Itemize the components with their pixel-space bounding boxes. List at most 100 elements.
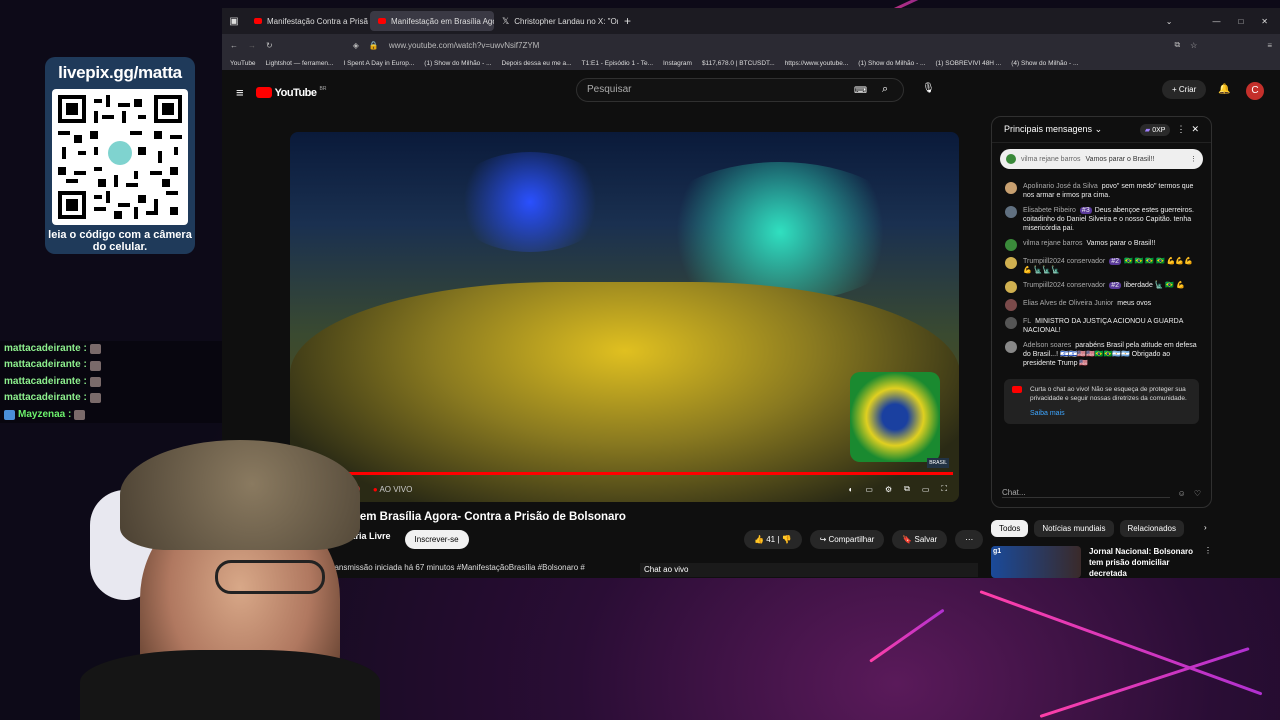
notice-text: Curta o chat ao vivo! Não se esqueça de … bbox=[1030, 386, 1187, 402]
live-chat-panel: Principais mensagens ⌄ ▰ 0XP ⋮ ✕ vilma r… bbox=[991, 116, 1212, 508]
points-value: 0XP bbox=[1152, 126, 1166, 134]
chat-author[interactable]: FL bbox=[1023, 318, 1031, 325]
bookmark-item[interactable]: T1:E1 - Episódio 1 - Te... bbox=[582, 60, 653, 67]
reload-icon[interactable]: ↻ bbox=[266, 41, 273, 50]
back-icon[interactable]: ← bbox=[230, 41, 238, 50]
save-button[interactable]: 🔖 Salvar bbox=[892, 530, 948, 549]
heart-icon[interactable]: ♡ bbox=[1194, 489, 1201, 498]
chat-author[interactable]: Apolinario José da Silva bbox=[1023, 183, 1098, 190]
captions-icon[interactable]: ▭ bbox=[865, 485, 873, 494]
bookmark-item[interactable]: https://www.youtube... bbox=[785, 60, 849, 67]
chat-text: MINISTRO DA JUSTIÇA ACIONOU A GUARDA NAC… bbox=[1023, 318, 1183, 334]
fullscreen-icon[interactable]: ⛶ bbox=[941, 484, 947, 494]
settings-gear-icon[interactable]: ⚙ bbox=[885, 485, 892, 494]
chat-message[interactable]: vilma rejane barros Vamos parar o Brasil!… bbox=[992, 236, 1211, 254]
chips-next-icon[interactable]: › bbox=[1204, 523, 1207, 537]
tab-label: Christopher Landau no X: "One bbox=[514, 16, 618, 26]
avatar bbox=[1005, 341, 1017, 353]
video-frame-police-light bbox=[450, 152, 610, 252]
chat-more-icon[interactable]: ⋮ bbox=[1176, 124, 1185, 135]
save-label: Salvar bbox=[914, 535, 938, 544]
hamburger-icon[interactable]: ≡ bbox=[236, 85, 244, 100]
thumbs-up-icon: 👍 bbox=[754, 535, 767, 544]
points-badge[interactable]: ▰ 0XP bbox=[1139, 123, 1171, 136]
chat-message[interactable]: FL MINISTRO DA JUSTIÇA ACIONOU A GUARDA N… bbox=[992, 314, 1211, 338]
menu-icon[interactable]: ≡ bbox=[1267, 41, 1272, 50]
chat-input[interactable]: Chat... bbox=[1002, 488, 1170, 498]
bookmark-item[interactable]: (1) Show do Milhão - ... bbox=[424, 60, 491, 67]
keyboard-icon[interactable]: ⌨ bbox=[854, 85, 867, 96]
chat-message[interactable]: Elisabete Ribeiro #3 Deus abençoe estes gu… bbox=[992, 203, 1211, 236]
address-field[interactable]: www.youtube.com/watch?v=uwvNsif7ZYM bbox=[389, 41, 1165, 50]
avatar bbox=[1005, 182, 1017, 194]
chat-ao-vivo-bar[interactable]: Chat ao vivo bbox=[640, 563, 978, 577]
close-chat-icon[interactable]: ✕ bbox=[1191, 124, 1199, 135]
bookmark-item[interactable]: Instagram bbox=[663, 60, 692, 67]
chat-author[interactable]: Trumpiill2024 conservador bbox=[1023, 282, 1105, 289]
related-video[interactable]: g1 Jornal Nacional: Bolsonaro tem prisão… bbox=[991, 546, 1212, 578]
avatar[interactable]: C bbox=[1246, 82, 1264, 100]
chat-text: liberdade 🗽 🇧🇷 💪 bbox=[1124, 282, 1185, 289]
related-title[interactable]: Jornal Nacional: Bolsonaro tem prisão do… bbox=[1089, 546, 1196, 578]
chat-message[interactable]: Elias Alves de Oliveira Junior meus ovos bbox=[992, 296, 1211, 314]
chip-todos[interactable]: Todos bbox=[991, 520, 1029, 537]
bell-icon[interactable]: 🔔 bbox=[1218, 84, 1230, 95]
thumbs-down-icon[interactable]: 👎 bbox=[782, 535, 792, 544]
bookmark-item[interactable]: (1) SOBREVIVI 48H ... bbox=[935, 60, 1001, 67]
chat-author[interactable]: Elias Alves de Oliveira Junior bbox=[1023, 300, 1113, 307]
forward-icon[interactable]: → bbox=[248, 41, 256, 50]
emoji-icon[interactable]: ☺ bbox=[1178, 489, 1186, 498]
shield-icon[interactable]: ◈ bbox=[353, 41, 359, 50]
bookmark-item[interactable]: (4) Show do Milhão - ... bbox=[1011, 60, 1078, 67]
tab-x-landau[interactable]: 𝕏Christopher Landau no X: "One✕ bbox=[494, 11, 618, 31]
theater-icon[interactable]: ▭ bbox=[922, 485, 930, 494]
related-more-icon[interactable]: ⋮ bbox=[1204, 546, 1212, 578]
pinned-more-icon[interactable]: ⋮ bbox=[1190, 155, 1197, 163]
related-thumbnail[interactable]: g1 bbox=[991, 546, 1081, 578]
bookmark-item[interactable]: I Spent A Day in Europ... bbox=[343, 60, 414, 67]
minimize-icon[interactable]: — bbox=[1212, 17, 1220, 26]
tab-overflow-icon[interactable]: ⌄ bbox=[1166, 17, 1173, 26]
bookmark-icon: 🔖 bbox=[902, 535, 915, 544]
chat-author[interactable]: vilma rejane barros bbox=[1023, 240, 1083, 247]
chat-author[interactable]: Elisabete Ribeiro bbox=[1023, 207, 1076, 214]
bookmark-item[interactable]: Depois dessa eu me a... bbox=[502, 60, 572, 67]
maximize-icon[interactable]: □ bbox=[1238, 17, 1243, 26]
pinned-message[interactable]: vilma rejane barros Vamos parar o Brasil… bbox=[1000, 149, 1203, 169]
chat-message[interactable]: Trumpiill2024 conservador #2 🇧🇷 🇧🇷 🇧🇷 🇧🇷 💪… bbox=[992, 254, 1211, 278]
more-actions-icon[interactable]: ⋯ bbox=[955, 530, 984, 549]
like-button[interactable]: 👍 41 | 👎 bbox=[744, 530, 802, 549]
chat-author[interactable]: Adelson soares bbox=[1023, 342, 1071, 349]
tab-manifestacao-2[interactable]: Manifestação em Brasília Agora✕ bbox=[370, 11, 494, 31]
create-button[interactable]: + Criar bbox=[1162, 80, 1207, 99]
learn-more-link[interactable]: Saiba mais bbox=[1030, 409, 1191, 418]
new-tab-icon[interactable]: + bbox=[624, 14, 631, 28]
chat-message[interactable]: Trumpiill2024 conservador #2 liberdade 🗽 🇧… bbox=[992, 278, 1211, 296]
chat-message[interactable]: Apolinario José da Silva povo" sem medo" … bbox=[992, 179, 1211, 203]
bookmark-item[interactable]: Lightshot — ferramen... bbox=[266, 60, 334, 67]
bookmark-item[interactable]: (1) Show do Milhão - ... bbox=[858, 60, 925, 67]
bookmark-item[interactable]: YouTube bbox=[230, 60, 256, 67]
chat-message[interactable]: Adelson soares parabéns Brasil pela atitu… bbox=[992, 338, 1211, 371]
streamer-shirt bbox=[80, 650, 380, 720]
mic-icon[interactable]: 🎙 bbox=[922, 83, 935, 94]
chat-mode-selector[interactable]: Principais mensagens ⌄ bbox=[1004, 124, 1102, 135]
avatar bbox=[1005, 317, 1017, 329]
share-button[interactable]: ↪ Compartilhar bbox=[809, 530, 885, 549]
close-window-icon[interactable]: ✕ bbox=[1261, 17, 1268, 26]
chat-author[interactable]: Trumpiill2024 conservador bbox=[1023, 258, 1105, 265]
bookmark-star-icon[interactable]: ☆ bbox=[1190, 41, 1197, 50]
subscribe-button[interactable]: Inscrever-se bbox=[404, 530, 469, 549]
chip-noticias[interactable]: Notícias mundiais bbox=[1034, 520, 1114, 537]
tab-list-icon[interactable]: ▣ bbox=[222, 16, 246, 27]
tab-manifestacao-1[interactable]: Manifestação Contra a Prisã✕ bbox=[246, 11, 370, 31]
youtube-logo[interactable]: YouTube BR bbox=[255, 86, 326, 99]
extensions-icon[interactable]: ⧉ bbox=[1174, 40, 1180, 50]
bookmark-item[interactable]: $117,678.0 | BTCUSDT... bbox=[702, 60, 775, 67]
miniplayer-icon[interactable]: ⧉ bbox=[904, 484, 910, 494]
chip-relacionados[interactable]: Relacionados bbox=[1119, 520, 1184, 537]
autoplay-toggle[interactable]: ◐ bbox=[849, 485, 854, 494]
search-icon[interactable]: ⌕ bbox=[882, 83, 888, 96]
overlay-chat-row: mattacadeirante : bbox=[0, 357, 230, 374]
progress-bar[interactable] bbox=[304, 472, 953, 475]
